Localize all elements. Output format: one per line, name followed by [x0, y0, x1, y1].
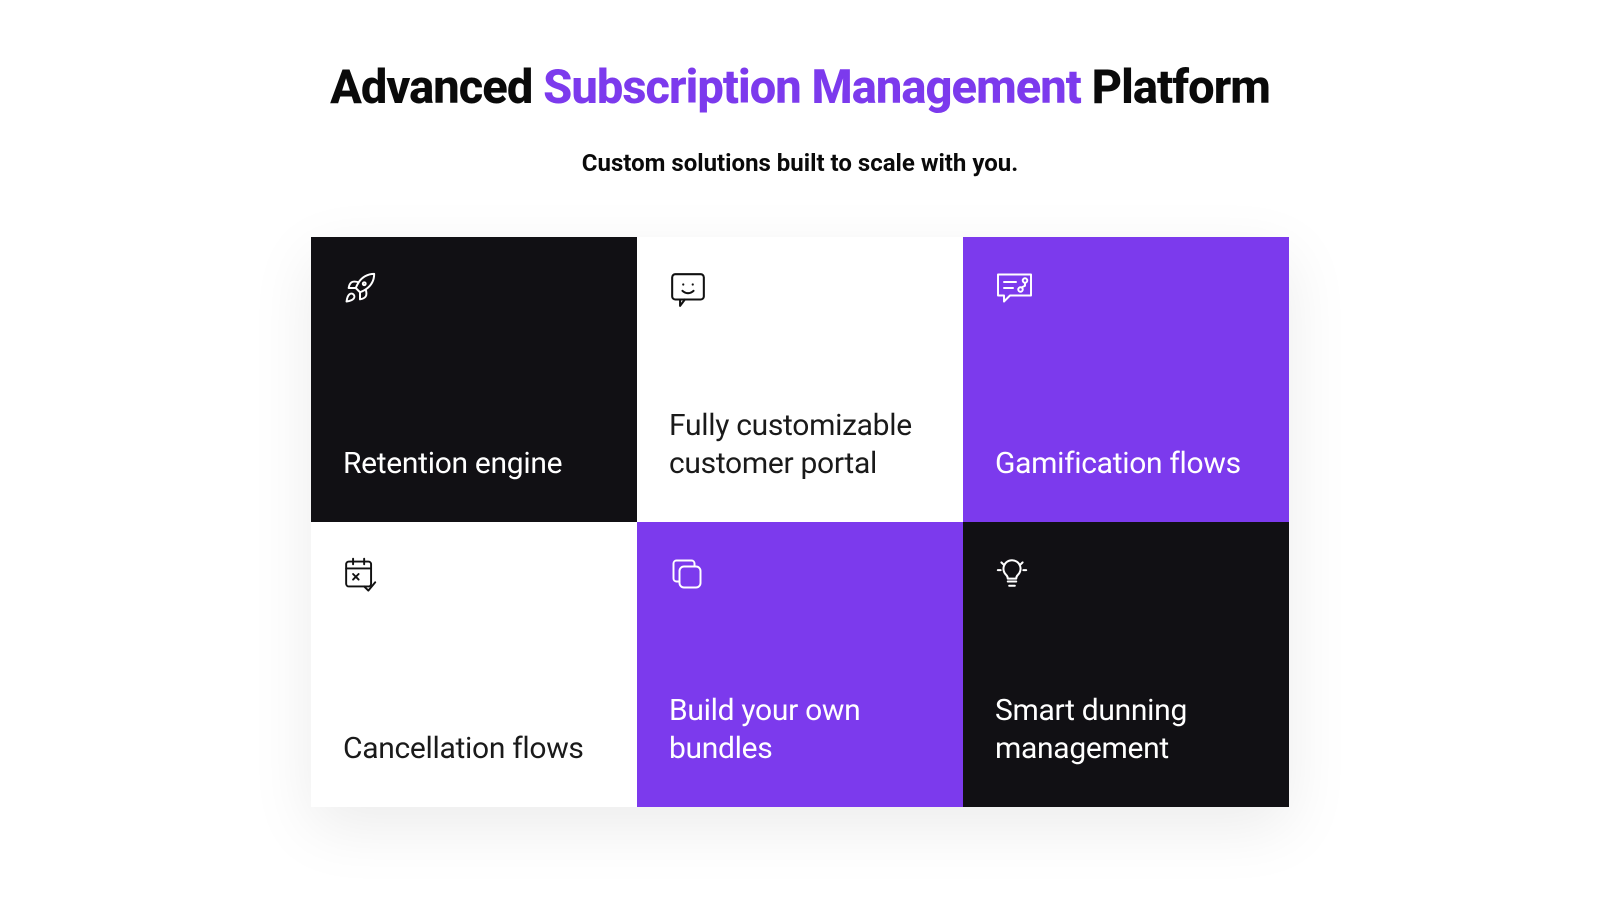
title-accent: Subscription Management: [543, 60, 1081, 115]
title-before: Advanced: [330, 60, 543, 115]
flow-icon: [995, 271, 1257, 315]
feature-title: Gamification flows: [995, 445, 1257, 483]
rocket-icon: [343, 271, 605, 315]
title-after: Platform: [1081, 60, 1270, 115]
feature-title: Fully customizable customer portal: [669, 407, 931, 482]
lightbulb-icon: [995, 556, 1257, 600]
feature-tile-retention: Retention engine: [311, 237, 637, 522]
page-container: Advanced Subscription Management Platfor…: [0, 0, 1600, 807]
copy-icon: [669, 556, 931, 600]
feature-title: Smart dunning management: [995, 692, 1257, 767]
feature-title: Cancellation flows: [343, 730, 605, 768]
feature-grid: Retention engine Fully customizable cust…: [311, 237, 1289, 807]
feature-tile-dunning: Smart dunning management: [963, 522, 1289, 807]
calendar-cancel-icon: [343, 556, 605, 600]
page-title: Advanced Subscription Management Platfor…: [0, 60, 1600, 115]
feature-title: Build your own bundles: [669, 692, 931, 767]
page-subtitle: Custom solutions built to scale with you…: [0, 149, 1600, 177]
feature-tile-cancellation: Cancellation flows: [311, 522, 637, 807]
smile-message-icon: [669, 271, 931, 315]
feature-title: Retention engine: [343, 445, 605, 483]
feature-tile-portal: Fully customizable customer portal: [637, 237, 963, 522]
feature-tile-bundles: Build your own bundles: [637, 522, 963, 807]
feature-tile-gamification: Gamification flows: [963, 237, 1289, 522]
